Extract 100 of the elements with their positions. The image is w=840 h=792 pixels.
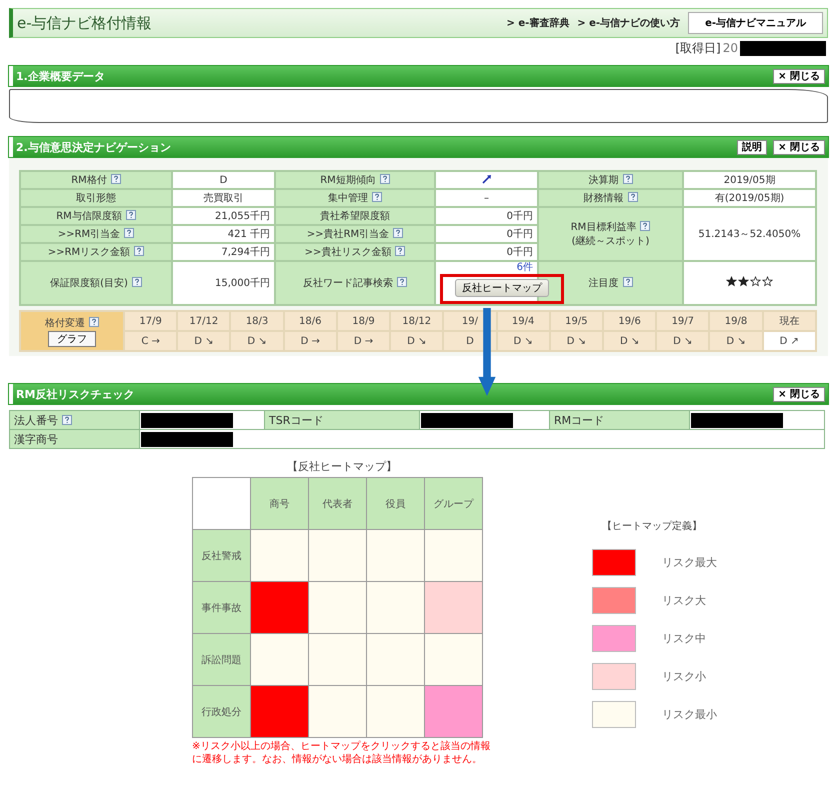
period-cell: 19/5	[550, 311, 603, 331]
heatmap-cell[interactable]	[366, 530, 424, 582]
label-cell: 反社ワード記事検索	[275, 261, 435, 305]
heatmap-cell[interactable]	[308, 686, 366, 738]
value-cell: 0千円	[435, 225, 538, 243]
manual-button[interactable]: e-与信ナビマニュアル	[688, 12, 823, 34]
legend-label: リスク最小	[662, 706, 717, 722]
heatmap-cell[interactable]	[424, 530, 482, 582]
label-cell: RM目標利益率 (継続～スポット)	[538, 207, 683, 261]
label-cell: RMコード	[550, 410, 690, 430]
value-cell: 421 千円	[172, 225, 275, 243]
heatmap-title: 【反社ヒートマップ】	[286, 459, 398, 475]
help-icon[interactable]	[395, 246, 406, 256]
column-header: 商号	[250, 478, 308, 530]
help-icon[interactable]	[132, 277, 142, 287]
period-cell: 18/6	[284, 311, 337, 331]
help-icon[interactable]	[622, 174, 632, 184]
label-cell: 法人番号	[10, 410, 140, 430]
heatmap-cell[interactable]	[424, 582, 482, 634]
help-link[interactable]: > e-審査辞典	[506, 16, 570, 30]
section-title: RM反社リスクチェック	[16, 386, 134, 402]
help-icon[interactable]	[126, 210, 136, 220]
heatmap-cell[interactable]	[308, 530, 366, 582]
label-cell: TSRコード	[264, 410, 420, 430]
help-icon[interactable]	[628, 192, 638, 202]
period-cell: 19/6	[602, 311, 656, 331]
rating-cell: D ↗	[762, 331, 816, 351]
heatmap-cell[interactable]	[250, 582, 308, 634]
row-header: 訴訟問題	[192, 634, 250, 686]
rating-cell: D ↘	[656, 331, 710, 351]
help-icon[interactable]	[372, 192, 382, 202]
history-label: 格付変遷	[45, 318, 85, 328]
close-button[interactable]: × 閉じる	[773, 68, 825, 84]
label-cell: RM短期傾向	[275, 171, 435, 189]
label-cell: >>貴社RM引当金	[275, 225, 435, 243]
value-cell: 7,294千円	[172, 243, 275, 261]
legend-title: 【ヒートマップ定義】	[602, 520, 703, 533]
help-icon[interactable]	[640, 221, 650, 231]
column-header: グループ	[424, 478, 482, 530]
help-link[interactable]: > e-与信ナビの使い方	[577, 16, 680, 30]
column-header: 役員	[366, 478, 424, 530]
section-title: 1.企業概要データ	[16, 68, 105, 84]
period-cell: 19/4	[496, 311, 550, 331]
heatmap-cell[interactable]	[250, 530, 308, 582]
heatmap-cell[interactable]	[308, 634, 366, 686]
label-cell: 貴社希望限度額	[275, 207, 435, 225]
value-cell: 売買取引	[172, 189, 275, 207]
label-cell: >>貴社リスク金額	[275, 243, 435, 261]
label-cell: >>RM引当金	[20, 225, 172, 243]
rating-cell: D →	[284, 331, 337, 351]
heatmap-note: ※リスク小以上の場合、ヒートマップをクリックすると該当の情報に遷移します。なお、情報がない場合は該当情報がありません。	[192, 740, 492, 766]
help-icon[interactable]	[134, 246, 144, 256]
value-cell: 0千円	[435, 243, 538, 261]
close-button[interactable]: × 閉じる	[773, 140, 825, 154]
row-header: 反社警戒	[192, 530, 250, 582]
heatmap-cell[interactable]	[250, 634, 308, 686]
heatmap-cell[interactable]	[366, 582, 424, 634]
graph-button[interactable]: グラフ	[48, 330, 96, 346]
heatmap-cell[interactable]	[424, 634, 482, 686]
trend-arrow-icon	[482, 174, 492, 184]
label-cell: RM与信限度額	[20, 207, 172, 225]
period-cell: 18/3	[230, 311, 284, 331]
rating-cell: D →	[336, 331, 390, 351]
rating-cell: D ↘	[230, 331, 284, 351]
rating-cell: C →	[124, 331, 178, 351]
heatmap-cell[interactable]	[366, 634, 424, 686]
legend-label: リスク大	[662, 592, 706, 608]
value-cell: 2019/05期	[683, 171, 816, 189]
article-count-link[interactable]: 6件	[440, 262, 533, 274]
period-cell: 現在	[762, 311, 816, 331]
period-cell: 18/9	[336, 311, 390, 331]
close-button[interactable]: × 閉じる	[773, 386, 825, 402]
help-icon[interactable]	[110, 174, 121, 184]
heatmap-cell[interactable]	[250, 686, 308, 738]
period-cell: 18/12	[390, 311, 444, 331]
help-icon[interactable]	[89, 316, 99, 326]
label-cell: 財務情報	[538, 189, 683, 207]
value-cell: D	[172, 171, 275, 189]
legend-label: リスク中	[662, 630, 706, 646]
rating-cell: D ↘	[709, 331, 763, 351]
rating-cell: D ↘	[602, 331, 656, 351]
label-cell: 決算期	[538, 171, 683, 189]
period-cell: 19/8	[709, 311, 763, 331]
help-icon[interactable]	[62, 414, 72, 424]
help-icon[interactable]	[397, 277, 407, 287]
help-icon[interactable]	[622, 277, 632, 287]
help-icon[interactable]	[393, 228, 404, 238]
page-title: e-与信ナビ格付情報	[17, 14, 152, 32]
value-cell: 有(2019/05期)	[683, 189, 816, 207]
heatmap-cell[interactable]	[366, 686, 424, 738]
help-icon[interactable]	[380, 174, 390, 184]
period-cell: 17/12	[177, 311, 230, 331]
heatmap-cell[interactable]	[424, 686, 482, 738]
help-icon[interactable]	[124, 228, 134, 238]
value-cell: 0千円	[435, 207, 538, 225]
help-button[interactable]: 説明	[737, 140, 768, 154]
value-cell: 21,055千円	[172, 207, 275, 225]
row-header: 事件事故	[192, 582, 250, 634]
acquired-date-label: [取得日]	[675, 40, 721, 56]
heatmap-cell[interactable]	[308, 582, 366, 634]
